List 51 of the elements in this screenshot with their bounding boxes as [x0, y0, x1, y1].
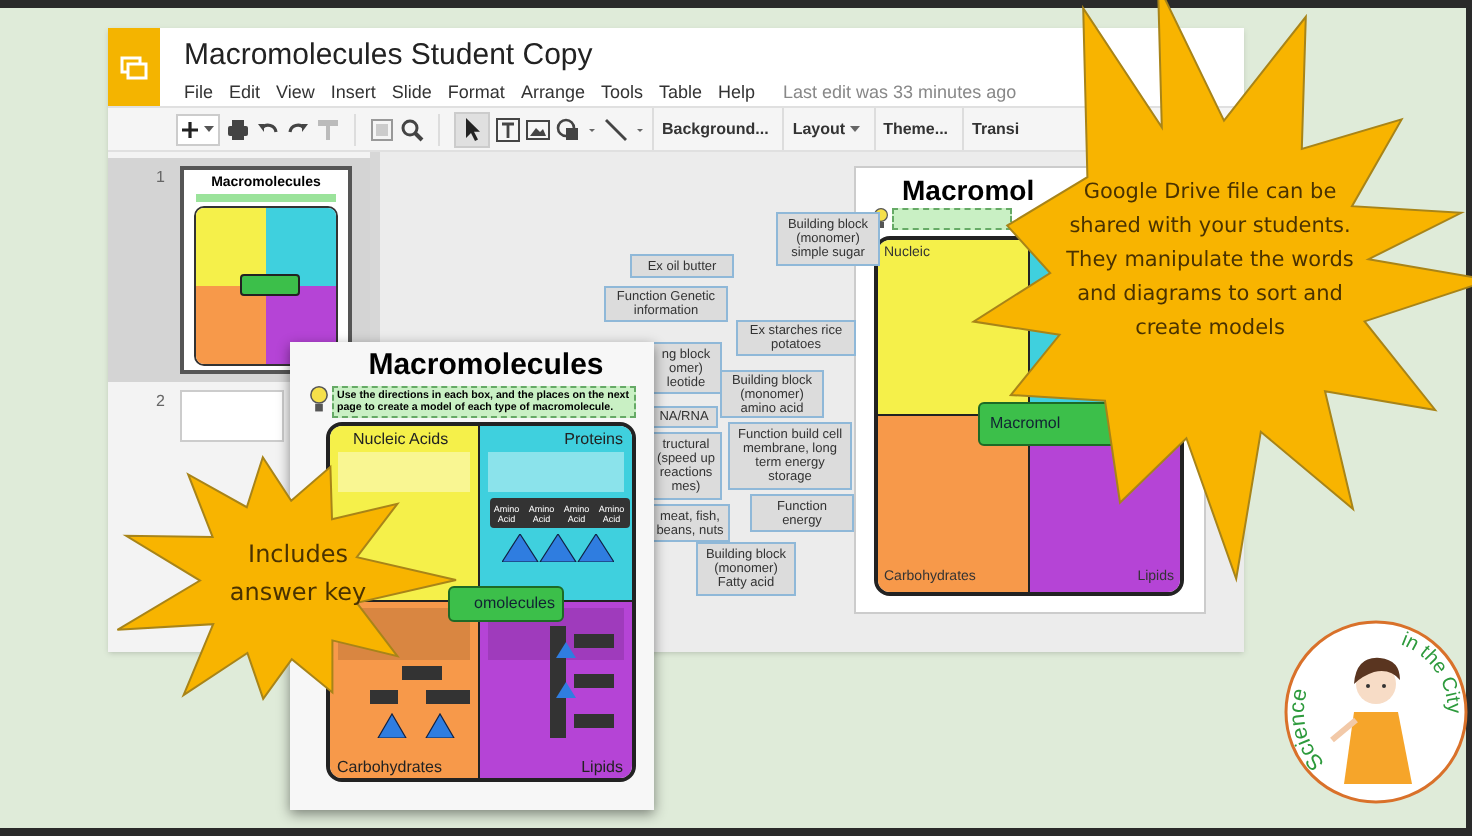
menu-item[interactable]: Edit [229, 80, 261, 107]
menu-item[interactable]: Help [718, 80, 756, 107]
toolbar-button[interactable]: Theme... [873, 108, 957, 150]
search-icon[interactable] [400, 117, 424, 141]
directions-stripes [488, 452, 623, 492]
slide-thumbnail[interactable] [180, 390, 284, 442]
caret-icon [849, 126, 860, 132]
toolbar-button[interactable]: Transi [962, 108, 1028, 150]
image-icon[interactable] [526, 117, 550, 141]
worksheet-title: Macromolecules [368, 348, 604, 384]
document-title[interactable]: Macromolecules Student Copy [184, 38, 1017, 74]
quadrant-label: Proteins [562, 430, 625, 448]
shape-icon[interactable] [556, 117, 580, 141]
menu-item[interactable]: View [276, 80, 315, 107]
plus-icon [182, 121, 198, 137]
slide-number: 2 [156, 390, 167, 414]
menu-item[interactable]: Table [658, 80, 702, 107]
line-icon[interactable] [604, 117, 628, 141]
lipid-drawing [545, 626, 617, 738]
select-tool-button[interactable] [454, 111, 490, 147]
menu-item[interactable]: Format [447, 80, 505, 107]
menu-item[interactable]: Insert [330, 80, 376, 107]
menu-item[interactable]: File [184, 80, 214, 107]
menu-item[interactable]: Tools [600, 80, 643, 107]
slide-title: Macromol [902, 174, 1035, 206]
instruction-strip [892, 208, 1012, 230]
cursor-arrow-icon [463, 117, 481, 141]
instruction-strip [196, 194, 336, 202]
caret-icon [204, 126, 214, 132]
callout-text: Google Drive file can be shared with your students. They manipulate the words and diagrams to sort and create models [1066, 178, 1354, 344]
slides-icon [120, 55, 148, 79]
new-slide-button[interactable] [176, 113, 220, 145]
quadrant-label: Carbohydrates [335, 758, 444, 776]
quadrant-label: Nucleic Acids [351, 430, 451, 448]
directions-stripes [337, 452, 470, 492]
toolbar-button[interactable]: Layout [782, 108, 868, 150]
toolbar-button[interactable]: Background... [652, 108, 777, 150]
menu-item[interactable]: Arrange [520, 80, 585, 107]
center-label: omolecules [474, 592, 555, 616]
slide-thumbnail-row[interactable]: 2 [108, 382, 288, 446]
center-label: Macromol [990, 412, 1061, 436]
quadrant-label: Lipids [579, 758, 625, 776]
menu-item[interactable]: Slide [391, 80, 432, 107]
lightbulb-icon [309, 386, 327, 414]
callout-text: Includes answer key [227, 538, 369, 610]
last-edit-text: Last edit was 33 minutes ago [783, 80, 1017, 106]
slide-number: 1 [156, 166, 167, 190]
text-box-icon[interactable] [496, 117, 520, 141]
triangles-drawing [501, 534, 613, 562]
girl-cartoon-drawing [1330, 657, 1412, 784]
triangles-drawing [369, 666, 469, 738]
